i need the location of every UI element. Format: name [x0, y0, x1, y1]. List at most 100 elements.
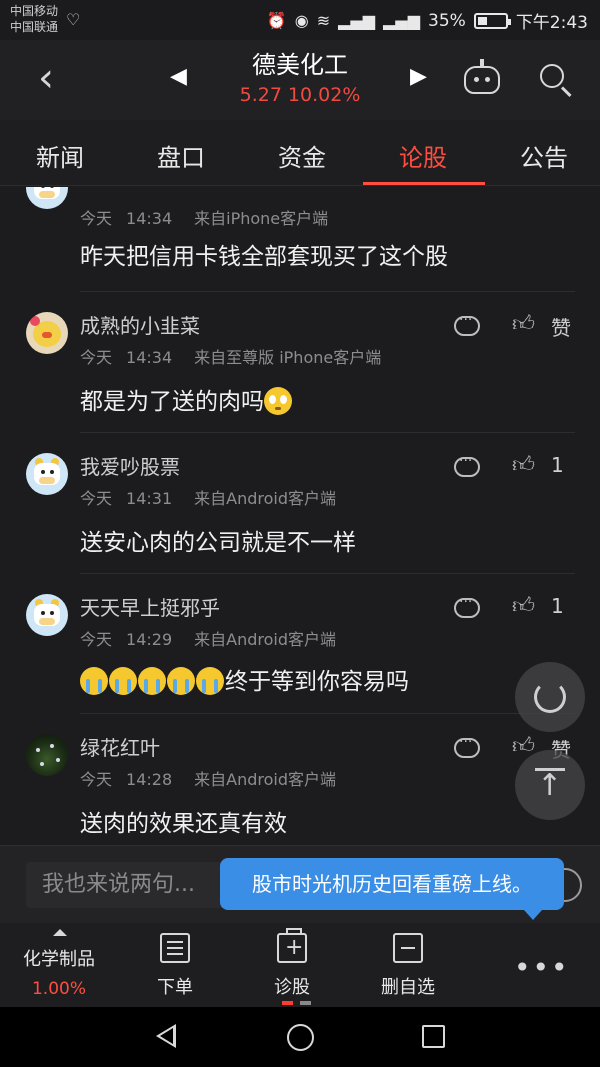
like-thumb-icon[interactable]: 👍︎ [512, 310, 535, 337]
order-button[interactable]: 下单 [130, 923, 220, 1007]
nav-home-icon[interactable] [287, 1024, 314, 1051]
stock-price: 5.27 [239, 84, 282, 106]
post-item[interactable]: 成熟的小韭菜 👍︎ 赞 今天 14:34 来自至尊版 iPhone客户端 都是为了送… [0, 292, 600, 432]
wifi-icon: ≋ [316, 11, 331, 30]
tab-market[interactable]: 盘口 [121, 138, 241, 173]
post-username[interactable]: 我爱吵股票 [80, 451, 180, 480]
crying-emoji-icon [109, 667, 137, 695]
like-count[interactable]: 1 [551, 594, 564, 618]
stock-change: 10.02% [287, 84, 361, 106]
post-time: 14:28 [126, 770, 173, 789]
signal-4g-icon: ▂▄▆ [338, 11, 376, 30]
like-thumb-icon[interactable]: 👍︎ [512, 451, 535, 478]
nav-recent-apps-icon[interactable] [422, 1025, 445, 1048]
user-avatar[interactable] [26, 734, 68, 776]
post-text: 都是为了送的肉吗 [80, 389, 264, 415]
post-username[interactable]: 天天早上挺邪乎 [80, 592, 220, 621]
comment-icon[interactable] [454, 594, 480, 618]
user-avatar[interactable] [26, 187, 68, 209]
bottom-toolbar: 化学制品 1.00% 下单 诊股 删自选 ••• [0, 923, 600, 1007]
more-icon[interactable]: ••• [514, 951, 570, 984]
post-day: 今天 [80, 489, 113, 508]
carrier-2: 中国联通 [10, 20, 59, 34]
system-nav-bar [0, 1007, 600, 1067]
tab-announcements[interactable]: 公告 [484, 138, 600, 173]
minus-box-icon [393, 933, 423, 963]
crying-emoji-icon [167, 667, 195, 695]
clock: 下午2:43 [515, 13, 588, 33]
post-item[interactable]: 我爱吵股票 👍︎ 1 今天 14:31 来自Android客户端 送安心肉的公司就是… [0, 433, 600, 573]
status-icons: ⏰ ◉ ≋ ▂▄▆ ▂▄▆ 35% 下午2:43 [266, 8, 588, 34]
post-source: 来自Android客户端 [194, 489, 336, 508]
post-source: 来自至尊版 iPhone客户端 [194, 348, 382, 367]
post-meta: 今天 14:34 来自iPhone客户端 [80, 205, 328, 229]
previous-stock-icon[interactable]: ◀ [170, 64, 187, 89]
back-arrow-icon[interactable]: ‹ [38, 58, 54, 98]
medical-kit-icon [277, 928, 307, 963]
robot-assistant-icon[interactable] [464, 59, 500, 94]
carrier-1: 中国移动 [10, 4, 59, 18]
post-content: 送安心肉的公司就是不一样 [80, 530, 356, 556]
post-day: 今天 [80, 209, 113, 228]
stock-header: ‹ ◀ 德美化工 5.27 10.02% ▶ [0, 40, 600, 120]
feature-tooltip[interactable]: 股市时光机历史回看重磅上线。 [220, 858, 564, 920]
stock-name: 德美化工 [252, 51, 348, 79]
user-avatar[interactable] [26, 594, 68, 636]
user-avatar[interactable] [26, 453, 68, 495]
post-time: 14:31 [126, 489, 173, 508]
status-bar: 中国移动 中国联通 ♡ ⏰ ◉ ≋ ▂▄▆ ▂▄▆ 35% 下午2:43 [0, 0, 600, 40]
stock-title: 德美化工 5.27 10.02% [200, 50, 400, 108]
industry-name: 化学制品 [23, 949, 95, 970]
tab-funds[interactable]: 资金 [242, 138, 362, 173]
post-content: 终于等到你容易吗 [80, 662, 409, 696]
remove-watchlist-button[interactable]: 删自选 [363, 923, 453, 1007]
crying-emoji-icon [196, 667, 224, 695]
comment-icon[interactable] [454, 453, 480, 477]
industry-button[interactable]: 化学制品 1.00% [0, 923, 118, 1007]
search-icon[interactable] [540, 64, 564, 88]
remove-watchlist-label: 删自选 [381, 977, 435, 998]
post-content: 昨天把信用卡钱全部套现买了这个股 [80, 244, 448, 270]
post-meta: 今天 14:31 来自Android客户端 [80, 485, 336, 509]
post-meta: 今天 14:34 来自至尊版 iPhone客户端 [80, 344, 381, 368]
post-source: 来自Android客户端 [194, 770, 336, 789]
industry-change: 1.00% [31, 979, 86, 999]
user-avatar[interactable] [26, 312, 68, 354]
heart-rate-icon: ♡ [66, 10, 81, 29]
comment-icon[interactable] [454, 734, 480, 758]
post-username[interactable]: 绿花红叶 [80, 732, 160, 761]
like-count[interactable]: 1 [551, 453, 564, 477]
post-time: 14:34 [126, 348, 173, 367]
comment-icon[interactable] [454, 312, 480, 336]
like-count[interactable]: 赞 [551, 312, 571, 341]
alarm-icon: ⏰ [266, 11, 287, 30]
tab-news[interactable]: 新闻 [0, 138, 120, 173]
like-thumb-icon[interactable]: 👍︎ [512, 592, 535, 619]
post-item[interactable]: 今天 14:34 来自iPhone客户端 昨天把信用卡钱全部套现买了这个股 [0, 187, 600, 292]
nav-back-icon[interactable] [156, 1024, 176, 1048]
refresh-button[interactable] [515, 662, 585, 732]
diagnose-button[interactable]: 诊股 [247, 923, 337, 1007]
post-username[interactable]: 成熟的小韭菜 [80, 310, 200, 339]
scroll-to-top-button[interactable]: ↑ [515, 750, 585, 820]
carrier-info: 中国移动 中国联通 [10, 3, 58, 35]
refresh-icon [534, 681, 566, 713]
next-stock-icon[interactable]: ▶ [410, 64, 427, 89]
post-text: 终于等到你容易吗 [225, 669, 409, 695]
tab-discussion[interactable]: 论股 [363, 138, 483, 173]
post-source: 来自iPhone客户端 [194, 209, 329, 228]
stock-quote: 5.27 10.02% [200, 82, 400, 108]
post-item[interactable]: 天天早上挺邪乎 👍︎ 1 今天 14:29 来自Android客户端 终于等到你容易… [0, 574, 600, 714]
discussion-feed[interactable]: 今天 14:34 来自iPhone客户端 昨天把信用卡钱全部套现买了这个股 成熟的小… [0, 187, 600, 845]
post-meta: 今天 14:29 来自Android客户端 [80, 626, 336, 650]
post-day: 今天 [80, 770, 113, 789]
post-item[interactable]: 绿花红叶 👍︎ 赞 今天14:28来自Android客户端 送肉的效果还真有效 [0, 714, 600, 845]
page-indicator [282, 1001, 312, 1005]
post-content: 送肉的效果还真有效 [80, 811, 287, 837]
flushed-emoji-icon [264, 387, 292, 415]
post-day: 今天 [80, 630, 113, 649]
crying-emoji-icon [80, 667, 108, 695]
post-day: 今天 [80, 348, 113, 367]
active-tab-indicator [363, 182, 485, 185]
battery-icon [473, 12, 511, 29]
